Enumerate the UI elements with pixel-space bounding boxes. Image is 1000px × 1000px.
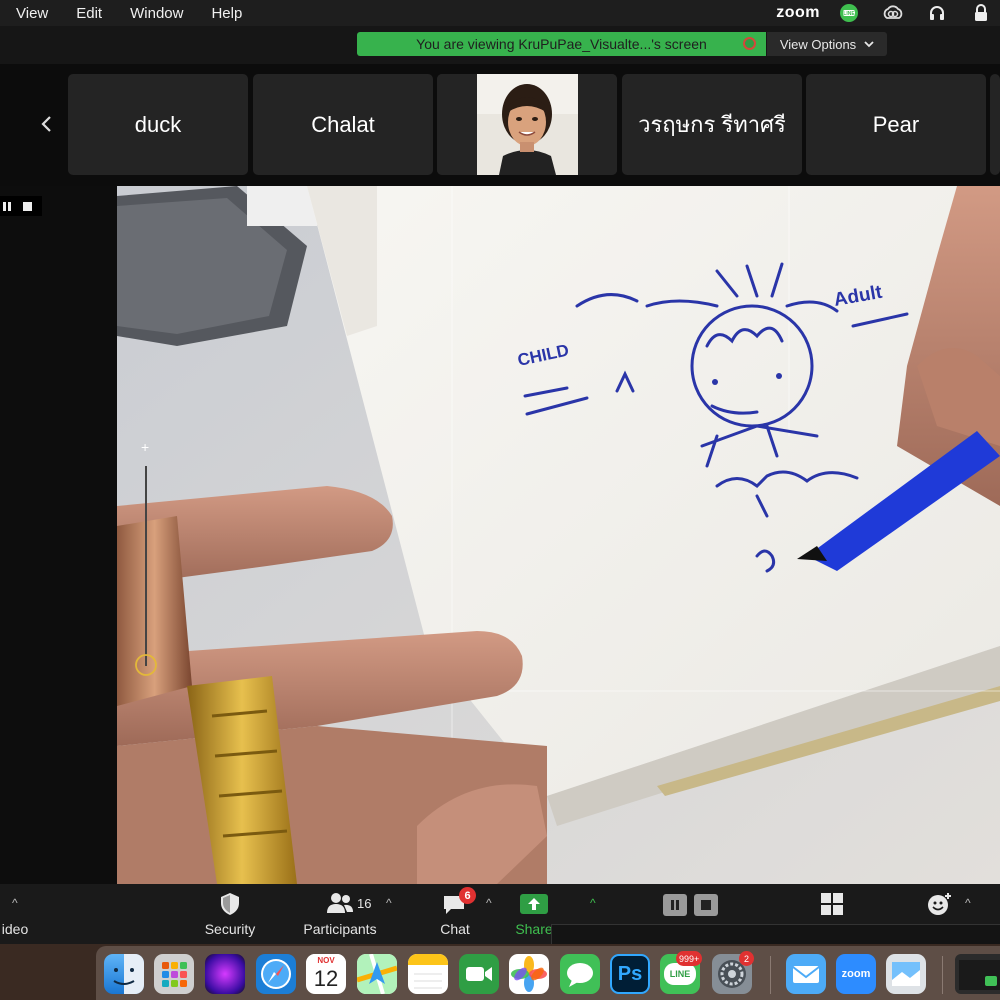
line-unread-badge: 999+ [676, 951, 703, 966]
chat-options-caret-icon[interactable]: ^ [486, 896, 492, 910]
video-label: ideo [1, 921, 29, 937]
recent-window-thumbnail[interactable] [955, 954, 1000, 994]
video-options-caret-icon[interactable]: ^ [12, 896, 18, 910]
emoji-add-icon [928, 893, 951, 915]
participant-name: วรฤษกร รีทาศรี [638, 112, 786, 137]
svg-text:LINE: LINE [843, 11, 855, 17]
calendar-icon[interactable]: NOV 12 [306, 954, 346, 994]
pause-icon [671, 900, 679, 910]
participants-icon [327, 893, 353, 913]
left-side-panel [0, 186, 117, 884]
participant-tile[interactable]: duck [68, 74, 248, 175]
siri-icon[interactable] [205, 954, 245, 994]
participant-name: Chalat [311, 111, 375, 137]
screen-share-banner: You are viewing KruPuPae_Visualte...'s s… [357, 32, 766, 56]
view-options-button[interactable]: View Options [767, 32, 887, 56]
facetime-icon[interactable] [459, 954, 499, 994]
meeting-toolbar: ^ ideo Security 16 Participants ^ 6 Chat… [0, 884, 1000, 944]
participants-count: 16 [357, 896, 372, 911]
participants-options-caret-icon[interactable]: ^ [386, 896, 392, 910]
security-label: Security [204, 921, 256, 937]
stop-share-button[interactable] [694, 894, 718, 916]
view-options-label: View Options [779, 36, 857, 52]
dock-separator [770, 956, 771, 994]
photoshop-label: Ps [617, 962, 643, 985]
zoom-status-item[interactable]: zoom [776, 4, 820, 22]
photos-icon[interactable] [509, 954, 549, 994]
svg-text:+: + [141, 439, 149, 455]
participant-tile[interactable]: วรฤษกร รีทาศรี [622, 74, 802, 175]
zoom-window: View Edit Window Help zoom LINE You are … [0, 0, 1000, 1000]
apps-grid-icon [821, 893, 843, 915]
shared-screen: CHILD Adult + [117, 186, 1000, 884]
share-indicator-icon [743, 37, 756, 50]
security-button[interactable]: Security [196, 884, 264, 944]
safari-icon[interactable] [256, 954, 296, 994]
participant-video-tile[interactable] [437, 74, 617, 175]
participant-name: duck [134, 111, 182, 137]
line-app-label: LINE [664, 963, 696, 985]
finder-icon[interactable] [104, 954, 144, 994]
toolbar-overlay-panel [551, 924, 1000, 944]
participants-button[interactable]: 16 Participants [298, 884, 382, 944]
menu-view[interactable]: View [0, 5, 62, 22]
chat-button[interactable]: 6 Chat [432, 884, 478, 944]
shield-icon [221, 893, 239, 915]
photoshop-icon[interactable]: Ps [610, 954, 650, 994]
stop-icon[interactable] [23, 201, 32, 211]
lock-icon[interactable] [970, 3, 992, 23]
participant-tile[interactable]: Pear [806, 74, 986, 175]
reactions-options-caret-icon[interactable]: ^ [965, 896, 971, 910]
maps-icon[interactable] [357, 954, 397, 994]
shared-screen-content: CHILD Adult + [117, 186, 1000, 884]
share-label: Share [515, 921, 553, 937]
zoom-app-label: zoom [841, 968, 871, 980]
launchpad-icon[interactable] [154, 954, 194, 994]
participant-tile-partial[interactable] [990, 74, 1000, 175]
mac-menubar: View Edit Window Help zoom LINE [0, 0, 1000, 26]
stop-icon [701, 900, 711, 910]
dock-separator [942, 956, 943, 994]
menubar-status-area: zoom LINE [776, 0, 1000, 26]
reactions-button[interactable] [927, 892, 953, 919]
zoom-app-icon[interactable]: zoom [836, 954, 876, 994]
apps-button[interactable] [820, 892, 844, 919]
menu-edit[interactable]: Edit [62, 5, 116, 22]
participants-label: Participants [303, 921, 377, 937]
creative-cloud-icon[interactable] [882, 3, 904, 23]
video-button[interactable]: ^ ideo [0, 884, 30, 944]
participant-video [437, 74, 617, 175]
chevron-down-icon [864, 41, 874, 48]
pause-icon[interactable] [3, 201, 11, 211]
line-status-icon[interactable]: LINE [838, 3, 860, 23]
messages-icon[interactable] [560, 954, 600, 994]
previous-page-icon[interactable] [34, 100, 58, 148]
headphones-icon[interactable] [926, 3, 948, 23]
chat-label: Chat [440, 921, 470, 937]
calendar-day: 12 [313, 966, 339, 991]
mini-recording-controls [0, 196, 42, 216]
mail-icon[interactable] [786, 954, 826, 994]
preview-icon[interactable] [886, 954, 926, 994]
menu-window[interactable]: Window [116, 5, 197, 22]
pause-share-button[interactable] [663, 894, 687, 916]
participant-name: Pear [872, 111, 920, 137]
chat-unread-badge: 6 [459, 887, 476, 904]
notes-icon[interactable] [408, 954, 448, 994]
screen-share-banner-text: You are viewing KruPuPae_Visualte...'s s… [416, 36, 707, 52]
menu-help[interactable]: Help [197, 5, 256, 22]
calendar-month: NOV [306, 954, 346, 966]
share-screen-icon [520, 894, 548, 914]
settings-badge: 2 [739, 951, 754, 966]
share-options-caret-icon[interactable]: ^ [590, 896, 596, 910]
participant-tile[interactable]: Chalat [253, 74, 433, 175]
